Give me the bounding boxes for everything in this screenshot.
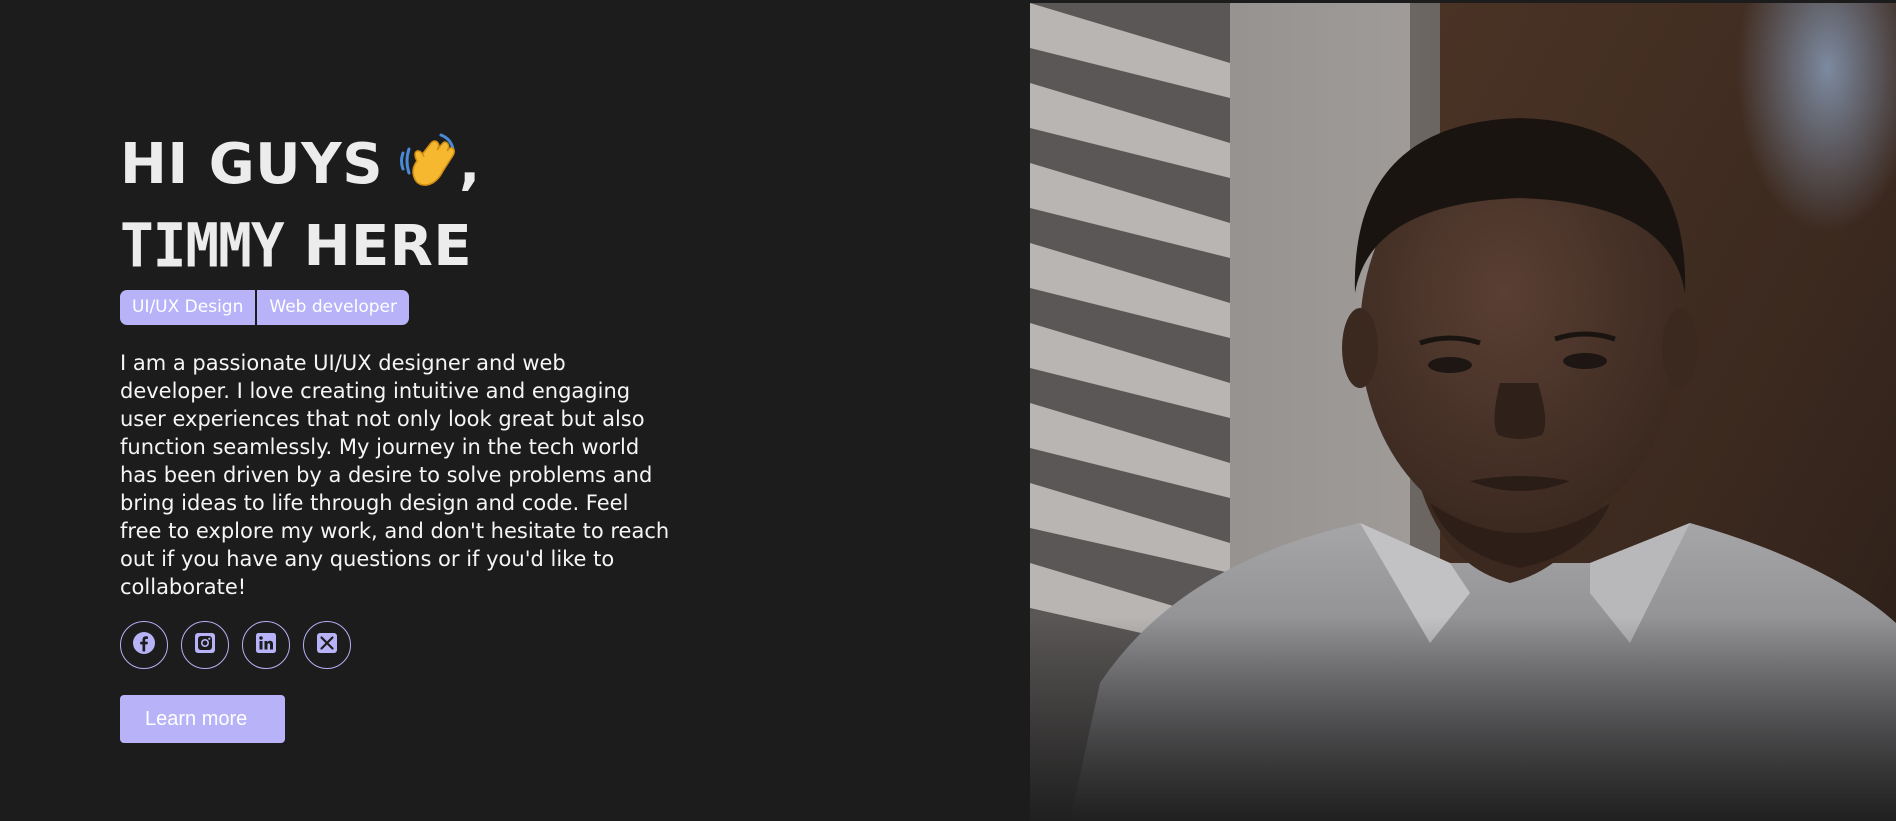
greeting-text: HI GUYS: [120, 132, 384, 197]
portrait-photo: [1030, 3, 1896, 821]
instagram-link[interactable]: [181, 621, 229, 669]
instagram-icon: [194, 632, 216, 658]
linkedin-icon: [255, 632, 277, 658]
tag-uiux: UI/UX Design: [120, 290, 256, 325]
facebook-link[interactable]: [120, 621, 168, 669]
social-links: [120, 621, 680, 669]
name-text: TIMMY: [120, 211, 285, 282]
facebook-icon: [132, 631, 156, 659]
x-icon: [316, 632, 338, 658]
x-link[interactable]: [303, 621, 351, 669]
linkedin-link[interactable]: [242, 621, 290, 669]
hero-section: HI GUYS , TIMMY HERE UI/UX Design Web de…: [120, 128, 680, 743]
greeting-comma: ,: [459, 132, 481, 197]
name-suffix: HERE: [303, 214, 473, 279]
hero-title: HI GUYS , TIMMY HERE: [120, 128, 680, 284]
page: HI GUYS , TIMMY HERE UI/UX Design Web de…: [0, 0, 1896, 821]
role-tags: UI/UX Design Web developer: [120, 290, 680, 325]
greeting-line: HI GUYS ,: [120, 128, 680, 210]
tag-web-developer: Web developer: [257, 290, 409, 325]
learn-more-button[interactable]: Learn more: [120, 695, 285, 743]
waving-hand-icon: [397, 131, 459, 210]
name-line: TIMMY HERE: [120, 210, 680, 284]
bio-text: I am a passionate UI/UX designer and web…: [120, 351, 670, 599]
